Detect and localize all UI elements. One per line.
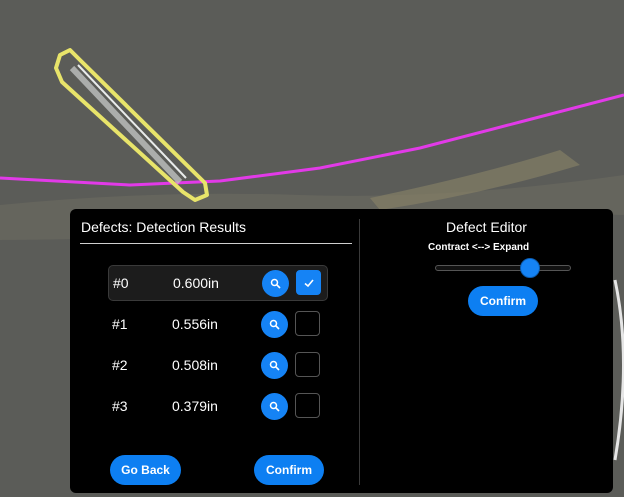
defect-length: 0.508in bbox=[172, 357, 218, 373]
slider-label: Contract <--> Expand bbox=[428, 242, 530, 253]
defect-length: 0.379in bbox=[172, 398, 218, 414]
defects-list-section: Defects: Detection Results #0 0.600in #1… bbox=[70, 209, 360, 493]
zoom-button[interactable] bbox=[261, 311, 288, 338]
zoom-icon bbox=[270, 278, 281, 289]
select-checkbox[interactable] bbox=[296, 270, 321, 295]
select-checkbox[interactable] bbox=[295, 311, 320, 336]
zoom-icon bbox=[269, 319, 280, 330]
check-icon bbox=[303, 278, 314, 287]
go-back-button[interactable]: Go Back bbox=[110, 455, 181, 485]
zoom-button[interactable] bbox=[261, 393, 288, 420]
confirm-results-button[interactable]: Confirm bbox=[254, 455, 324, 485]
confirm-editor-button[interactable]: Confirm bbox=[468, 286, 538, 316]
slider-thumb[interactable] bbox=[520, 258, 541, 278]
detection-panel: Defects: Detection Results #0 0.600in #1… bbox=[70, 209, 613, 493]
zoom-button[interactable] bbox=[261, 352, 288, 379]
defect-id: #3 bbox=[112, 398, 128, 414]
defect-row-1[interactable]: #1 0.556in bbox=[108, 307, 326, 341]
zoom-icon bbox=[269, 360, 280, 371]
defect-id: #0 bbox=[113, 275, 129, 291]
defects-panel-title: Defects: Detection Results bbox=[81, 219, 246, 235]
defect-id: #2 bbox=[112, 357, 128, 373]
defect-editor-section: Defect Editor Contract <--> Expand Confi… bbox=[360, 209, 613, 493]
select-checkbox[interactable] bbox=[295, 352, 320, 377]
defect-length: 0.600in bbox=[173, 275, 219, 291]
contract-expand-slider[interactable] bbox=[435, 265, 571, 271]
defect-length: 0.556in bbox=[172, 316, 218, 332]
select-checkbox[interactable] bbox=[295, 393, 320, 418]
zoom-icon bbox=[269, 401, 280, 412]
title-divider bbox=[80, 243, 352, 244]
defect-editor-title: Defect Editor bbox=[446, 219, 527, 235]
defect-row-2[interactable]: #2 0.508in bbox=[108, 348, 326, 382]
defect-row-3[interactable]: #3 0.379in bbox=[108, 389, 326, 423]
defect-row-0[interactable]: #0 0.600in bbox=[108, 265, 328, 301]
defect-id: #1 bbox=[112, 316, 128, 332]
zoom-button[interactable] bbox=[262, 270, 289, 297]
